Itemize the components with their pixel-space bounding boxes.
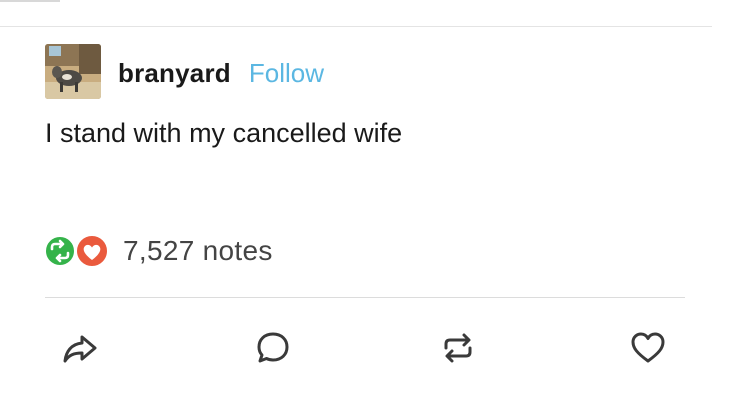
- top-edge-mark: [0, 0, 60, 2]
- top-divider: [0, 26, 712, 27]
- post-body-text: I stand with my cancelled wife: [45, 118, 403, 148]
- heart-icon: [631, 332, 665, 363]
- reblog-badge-icon: [44, 235, 76, 267]
- like-button[interactable]: [628, 328, 668, 368]
- like-badge-icon: [75, 234, 109, 268]
- post-header: branyard Follow: [118, 58, 324, 89]
- reblog-icon: [444, 333, 472, 363]
- share-arrow-icon: [63, 335, 97, 363]
- notes-summary[interactable]: 7,527 notes: [43, 232, 273, 270]
- goat-photo-avatar: [45, 44, 101, 99]
- share-button[interactable]: [60, 328, 100, 368]
- reply-button[interactable]: [253, 328, 293, 368]
- reply-bubble-icon: [257, 332, 289, 363]
- actions-divider: [45, 297, 685, 298]
- follow-button[interactable]: Follow: [249, 58, 324, 89]
- reblog-button[interactable]: [438, 328, 478, 368]
- avatar[interactable]: [45, 44, 101, 99]
- username[interactable]: branyard: [118, 58, 231, 89]
- notes-badges: [43, 232, 115, 270]
- notes-count: 7,527 notes: [123, 235, 273, 266]
